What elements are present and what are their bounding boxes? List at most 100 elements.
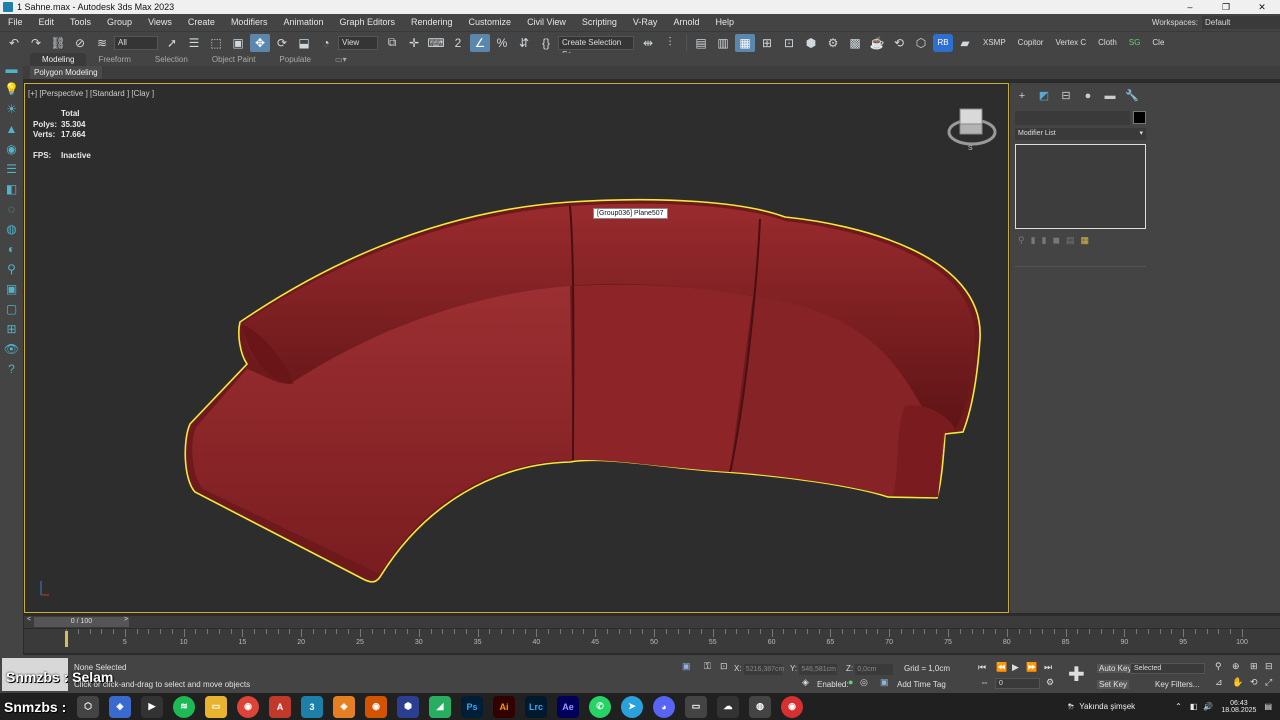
set-key-icon[interactable]: ✚ xyxy=(1068,662,1085,687)
keyboard-shortcut-icon[interactable]: ⌨ xyxy=(426,34,446,52)
key-mode-icon[interactable]: ⇔ xyxy=(980,677,989,687)
next-arrow-icon[interactable]: > xyxy=(124,616,128,623)
curve-editor-icon[interactable]: ⊞ xyxy=(757,34,777,52)
add-time-tag-icon[interactable]: ▣ xyxy=(880,677,889,688)
spinner-snap-icon[interactable]: ⇵ xyxy=(514,34,534,52)
object-name-field[interactable] xyxy=(1015,111,1130,125)
pivot-center-icon[interactable]: ⧉ xyxy=(382,34,402,52)
ribbon-toggle-icon[interactable]: ▦ xyxy=(735,33,755,52)
render-setup-icon[interactable]: ⚙ xyxy=(823,34,843,52)
copilot-icon[interactable]: ◈ xyxy=(109,695,131,718)
tab-populate[interactable]: Populate xyxy=(267,53,323,66)
cloth-button[interactable]: Cloth xyxy=(1098,38,1117,47)
menu-views[interactable]: Views xyxy=(140,14,180,31)
add-time-tag-button[interactable]: Add Time Tag xyxy=(897,680,946,689)
render-frame-icon[interactable]: ▩ xyxy=(845,34,865,52)
lightroom-icon[interactable]: Lrc xyxy=(525,695,547,718)
list-icon[interactable]: ☰ xyxy=(0,159,23,179)
percent-snap-icon[interactable]: % xyxy=(492,34,512,52)
volume-icon[interactable]: 🔊 xyxy=(1203,702,1213,711)
select-rotate-icon[interactable]: ⟳ xyxy=(272,34,292,52)
minimize-button[interactable]: – xyxy=(1172,0,1208,14)
camera-icon[interactable]: ◉ xyxy=(0,139,23,159)
whatsapp-icon[interactable]: ✆ xyxy=(589,695,611,718)
go-to-start-icon[interactable]: ⏮ xyxy=(978,662,986,673)
xsmp-button[interactable]: XSMP xyxy=(983,38,1006,47)
blender-icon[interactable]: ◈ xyxy=(333,695,355,718)
select-by-name-icon[interactable]: ☰ xyxy=(184,34,204,52)
app-icon[interactable]: ◍ xyxy=(749,695,771,718)
ribbon-options-icon[interactable]: ▭▾ xyxy=(323,53,359,66)
render-icon[interactable]: ☕ xyxy=(867,34,887,52)
current-frame-field[interactable]: 0 xyxy=(995,678,1040,689)
pan-icon[interactable]: ✋ xyxy=(1232,677,1243,688)
enabled-dot-icon[interactable]: ● xyxy=(848,677,853,687)
play-icon[interactable]: ▶ xyxy=(1012,662,1019,673)
telegram-icon[interactable]: ➤ xyxy=(621,695,643,718)
absolute-mode-icon[interactable]: ⊡ xyxy=(720,661,728,672)
clean-button[interactable]: Cle xyxy=(1152,38,1164,47)
modifier-stack[interactable] xyxy=(1015,144,1146,229)
helper-icon[interactable]: ◌ xyxy=(0,199,23,219)
fov-icon[interactable]: ⊿ xyxy=(1215,677,1223,688)
select-scale-icon[interactable]: ⬓ xyxy=(294,34,314,52)
unlink-icon[interactable]: ⊘ xyxy=(70,34,90,52)
set-key-button[interactable]: Set Key xyxy=(1097,680,1130,689)
menu-group[interactable]: Group xyxy=(99,14,140,31)
motion-tab-icon[interactable]: ● xyxy=(1080,89,1096,103)
time-config-icon[interactable]: ⚙ xyxy=(1046,677,1054,688)
clock[interactable]: 06:43 18.08.2025 xyxy=(1221,700,1256,714)
media-player-icon[interactable]: ▶ xyxy=(141,695,163,718)
menu-animation[interactable]: Animation xyxy=(275,14,331,31)
menu-civil-view[interactable]: Civil View xyxy=(519,14,574,31)
light-icon[interactable]: 💡 xyxy=(0,79,23,99)
app-icon[interactable]: ◉ xyxy=(781,695,803,718)
select-object-icon[interactable]: ➚ xyxy=(162,34,182,52)
scene-explorer-icon[interactable]: ▤ xyxy=(691,34,711,52)
menu-rendering[interactable]: Rendering xyxy=(403,14,461,31)
weather-text[interactable]: Yakında şimşek xyxy=(1079,702,1135,711)
spacewarp-icon[interactable]: ◍ xyxy=(0,219,23,239)
prev-arrow-icon[interactable]: < xyxy=(27,616,31,623)
menu-create[interactable]: Create xyxy=(180,14,223,31)
z-coordinate[interactable]: Z: 0,0cm xyxy=(846,664,894,675)
current-frame-marker[interactable] xyxy=(65,631,68,647)
app-icon[interactable]: ☁ xyxy=(717,695,739,718)
time-slider[interactable]: 0 / 100 xyxy=(34,617,129,627)
display-tab-icon[interactable]: ▬ xyxy=(1102,89,1118,103)
acrobat-icon[interactable]: A xyxy=(269,695,291,718)
place-icon[interactable]: ◔ xyxy=(316,34,336,52)
grid-icon[interactable]: ⊞ xyxy=(0,319,23,339)
track-bar[interactable]: 0510152025303540455055606570758085909510… xyxy=(24,629,1280,653)
y-field[interactable]: 546,581cm xyxy=(799,664,838,675)
schematic-view-icon[interactable]: ⊡ xyxy=(779,34,799,52)
tab-object-paint[interactable]: Object Paint xyxy=(200,53,268,66)
snaps-toggle-icon[interactable]: 2 xyxy=(448,34,468,52)
menu-vray[interactable]: V-Ray xyxy=(625,14,666,31)
discord-icon[interactable]: ◕ xyxy=(653,695,675,718)
plugin-icon[interactable]: ▰ xyxy=(955,34,975,52)
material-editor-icon[interactable]: ⬢ xyxy=(801,34,821,52)
weather-icon[interactable]: ⛈ xyxy=(1068,702,1074,712)
menu-scripting[interactable]: Scripting xyxy=(574,14,625,31)
y-coordinate[interactable]: Y: 546,581cm xyxy=(790,664,838,675)
create-selection-set-dropdown[interactable]: Create Selection Se xyxy=(558,35,634,59)
app-icon[interactable]: ▭ xyxy=(685,695,707,718)
z-field[interactable]: 0,0cm xyxy=(855,664,894,675)
selection-filter-dropdown[interactable]: All xyxy=(114,35,158,50)
named-selection-icon[interactable]: {} xyxy=(536,34,556,52)
create-tab-icon[interactable]: + xyxy=(1014,89,1030,103)
manipulate-icon[interactable]: ✛ xyxy=(404,34,424,52)
notification-icon[interactable]: ▤ xyxy=(1264,702,1272,711)
x-coordinate[interactable]: X: 5216,387cm xyxy=(734,664,784,675)
sofa-model[interactable] xyxy=(25,84,1010,614)
key-selection-dropdown[interactable]: Selected xyxy=(1130,663,1205,674)
orbit-icon[interactable]: ⟲ xyxy=(1250,677,1258,688)
file-explorer-icon[interactable]: ▭ xyxy=(205,695,227,718)
layer-explorer-icon[interactable]: ▥ xyxy=(713,34,733,52)
cone-icon[interactable]: ▲ xyxy=(0,119,23,139)
window-crossing-icon[interactable]: ▣ xyxy=(228,34,248,52)
modifier-list-dropdown[interactable]: Modifier List ▾ xyxy=(1015,128,1146,140)
sg-button[interactable]: SG xyxy=(1129,38,1141,47)
auto-key-button[interactable]: Auto Key xyxy=(1097,664,1134,673)
